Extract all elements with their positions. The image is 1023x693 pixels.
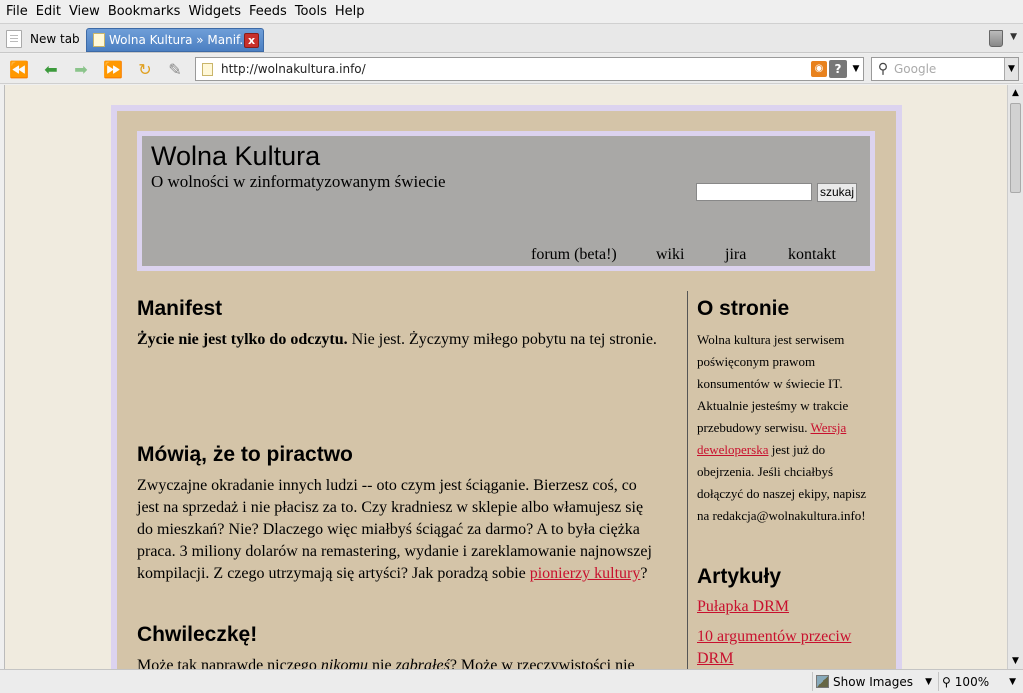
scroll-down-icon[interactable]: ▼ [1008, 653, 1023, 669]
chevron-down-icon[interactable]: ▼ [1009, 677, 1016, 687]
back-icon[interactable]: ⬅ [40, 58, 62, 80]
image-icon [816, 675, 829, 688]
scroll-up-icon[interactable]: ▲ [1008, 85, 1023, 101]
search-icon: ⚲ [877, 61, 889, 77]
trash-icon[interactable] [989, 30, 1003, 47]
article-link-10-argumentow[interactable]: 10 argumentów przeciw DRM [697, 626, 867, 669]
nav-forum[interactable]: forum (beta!) [531, 246, 617, 264]
nav-wiki[interactable]: wiki [656, 246, 684, 264]
page-icon [202, 62, 213, 76]
forward-icon[interactable]: ➡ [70, 58, 92, 80]
chw-text-2: nie [368, 657, 396, 669]
chevron-down-icon[interactable]: ▼ [1010, 32, 1017, 42]
site-header: Wolna Kultura O wolności w zinformatyzow… [137, 131, 875, 271]
nav-kontakt[interactable]: kontakt [788, 246, 836, 264]
heading-piractwo[interactable]: Mówią, że to piractwo [137, 443, 353, 467]
url-input[interactable]: http://wolnakultura.info/ [221, 62, 811, 76]
menu-help[interactable]: Help [335, 4, 365, 19]
new-tab-icon [6, 30, 22, 48]
zoom-icon: ⚲ [942, 674, 951, 689]
manifest-text: Nie jest. Życzymy miłego pobytu na tej s… [347, 331, 657, 348]
tab-bar: New tab Wolna Kultura » Manif... x ▼ [0, 23, 1023, 53]
tab-title: Wolna Kultura » Manif... [109, 33, 245, 47]
reload-icon[interactable]: ↻ [134, 58, 156, 80]
chevron-down-icon[interactable]: ▼ [1004, 58, 1018, 80]
menu-view[interactable]: View [69, 4, 100, 19]
rss-feed-icon[interactable]: ◉ [811, 61, 827, 77]
site-search-input[interactable] [696, 183, 812, 201]
chw-text-3: ? Może w rzeczywistości nie [449, 657, 635, 669]
nav-jira[interactable]: jira [725, 246, 746, 264]
menu-file[interactable]: File [6, 4, 28, 19]
search-box[interactable]: ⚲ Google ▼ [871, 57, 1019, 81]
show-images-label: Show Images [833, 674, 914, 689]
page-icon [93, 33, 105, 47]
vertical-scrollbar[interactable]: ▲ ▼ [1007, 85, 1023, 669]
site-subtitle: O wolności w zinformatyzowanym świecie [151, 172, 446, 191]
article-link-pulapka-drm[interactable]: Pułapka DRM [697, 596, 867, 618]
sidebar: O stronie Wolna kultura jest serwisem po… [687, 291, 867, 669]
piractwo-paragraph: Zwyczajne okradanie innych ludzi -- oto … [137, 475, 662, 585]
chw-italic-2: zabrałeś [395, 657, 450, 669]
search-input[interactable]: Google [894, 62, 1004, 76]
chw-text-1: Może tak naprawdę niczego [137, 657, 321, 669]
zoom-control[interactable]: ⚲ 100% ▼ [938, 672, 1020, 691]
chw-italic-1: nikomu [320, 657, 369, 669]
menu-bookmarks[interactable]: Bookmarks [108, 4, 181, 19]
chwileczke-paragraph: Może tak naprawdę niczego nikomu nie zab… [137, 655, 662, 669]
menu-bar: File Edit View Bookmarks Widgets Feeds T… [0, 0, 1023, 22]
site-title[interactable]: Wolna Kultura [151, 141, 320, 172]
o-stronie-paragraph: Wolna kultura jest serwisem poświęconym … [697, 329, 867, 527]
chevron-down-icon[interactable]: ▼ [925, 677, 932, 687]
page-container: Wolna Kultura O wolności w zinformatyzow… [111, 105, 902, 669]
menu-edit[interactable]: Edit [36, 4, 61, 19]
tab-wolna-kultura[interactable]: Wolna Kultura » Manif... x [86, 28, 264, 52]
manifest-bold: Życie nie jest tylko do odczytu. [137, 331, 348, 348]
chevron-down-icon[interactable]: ▼ [849, 64, 863, 74]
manifest-paragraph: Życie nie jest tylko do odczytu. Nie jes… [137, 329, 662, 351]
new-tab-label: New tab [30, 32, 80, 46]
scroll-thumb[interactable] [1010, 103, 1021, 193]
menu-tools[interactable]: Tools [295, 4, 327, 19]
close-tab-icon[interactable]: x [244, 33, 259, 48]
navigation-toolbar: ⏪ ⬅ ➡ ⏩ ↻ ✎ http://wolnakultura.info/ ◉ … [0, 54, 1023, 84]
heading-artykuly: Artykuły [697, 565, 782, 588]
rewind-icon[interactable]: ⏪ [8, 58, 30, 80]
heading-chwileczke[interactable]: Chwileczkę! [137, 623, 257, 647]
status-bar: Show Images ▼ ⚲ 100% ▼ [0, 669, 1023, 693]
edit-icon[interactable]: ✎ [164, 58, 186, 80]
show-images-control[interactable]: Show Images ▼ [812, 672, 936, 691]
heading-manifest[interactable]: Manifest [137, 297, 222, 321]
zoom-value: 100% [954, 674, 990, 689]
web-viewport: Wolna Kultura O wolności w zinformatyzow… [4, 85, 1007, 669]
heading-o-stronie: O stronie [697, 297, 790, 320]
menu-widgets[interactable]: Widgets [188, 4, 241, 19]
new-tab-button[interactable]: New tab [6, 27, 80, 51]
address-bar[interactable]: http://wolnakultura.info/ ◉ ? ▼ [195, 57, 864, 81]
piractwo-end: ? [640, 565, 648, 582]
fast-forward-icon[interactable]: ⏩ [102, 58, 124, 80]
menu-feeds[interactable]: Feeds [249, 4, 287, 19]
help-icon[interactable]: ? [829, 60, 847, 78]
pionierzy-kultury-link[interactable]: pionierzy kultury [530, 565, 641, 582]
site-search-button[interactable]: szukaj [817, 183, 857, 202]
